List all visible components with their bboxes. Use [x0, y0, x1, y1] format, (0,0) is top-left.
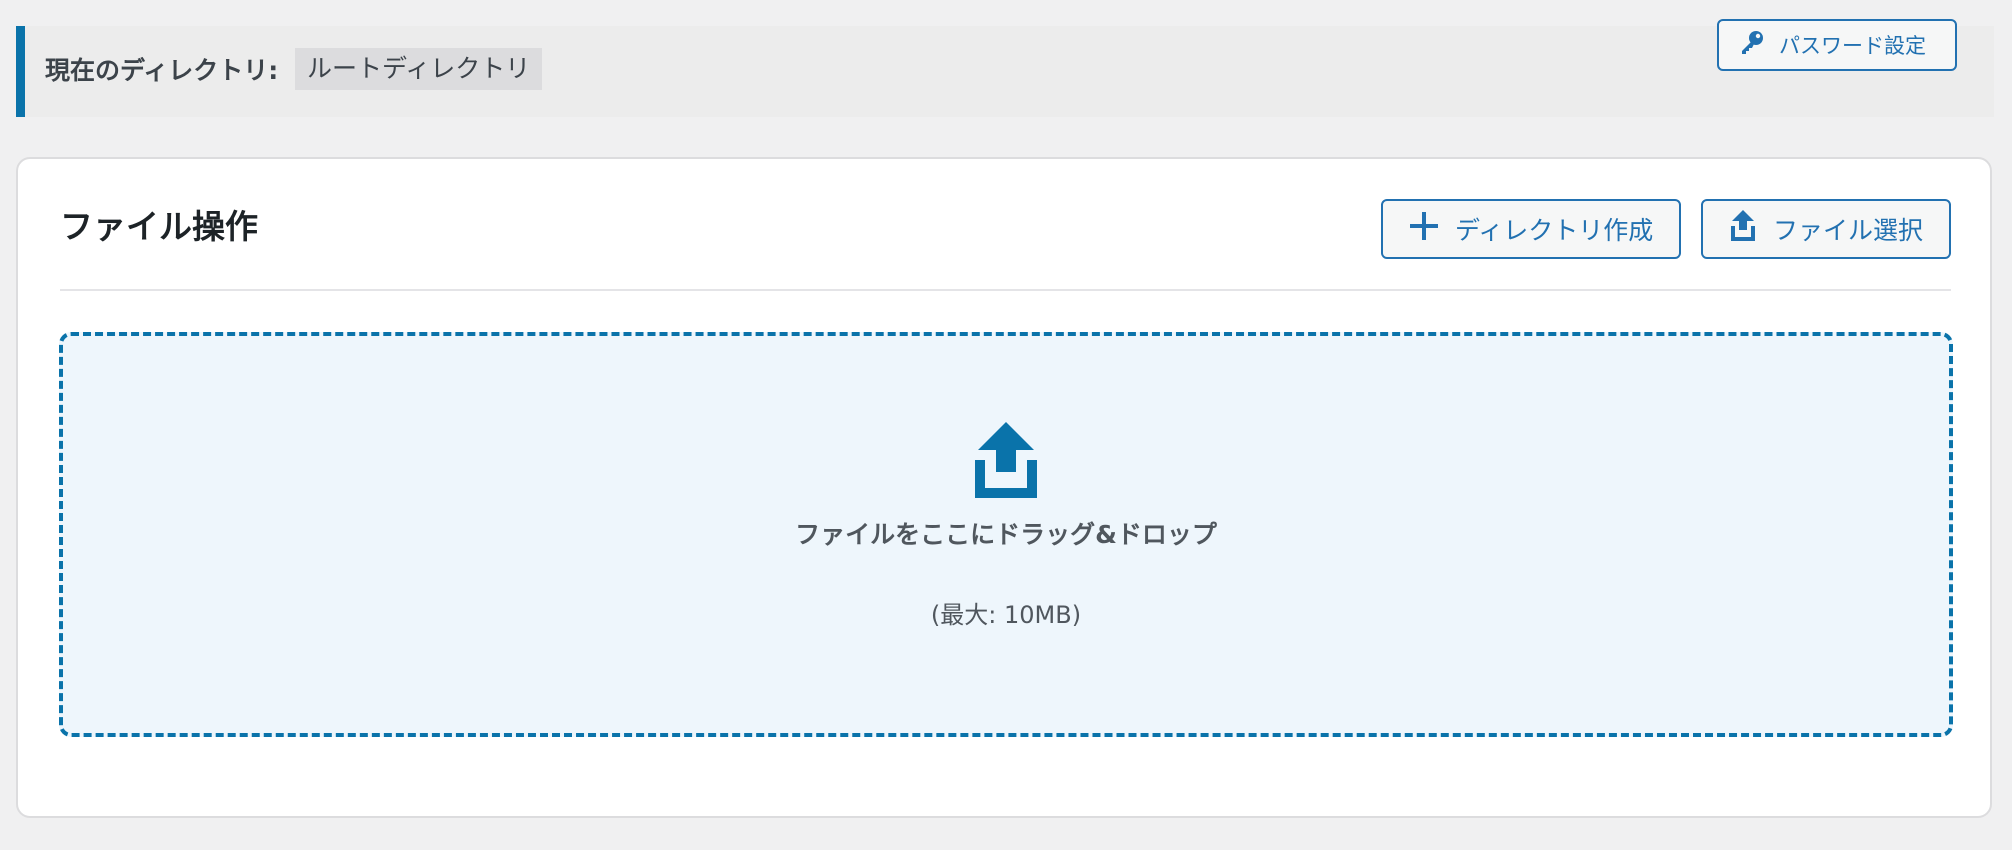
upload-icon: [1729, 210, 1773, 248]
password-settings-button[interactable]: パスワード設定: [1717, 19, 1957, 71]
dropzone-size-limit: (最大: 10MB): [930, 601, 1082, 629]
password-settings-label: パスワード設定: [1779, 34, 1926, 58]
file-operations-title: ファイル操作: [60, 207, 258, 246]
file-dropzone[interactable]: ファイルをここにドラッグ&ドロップ (最大: 10MB): [59, 332, 1953, 737]
key-icon: [1739, 30, 1779, 61]
dropzone-instruction: ファイルをここにドラッグ&ドロップ: [795, 520, 1217, 549]
current-directory-value: ルートディレクトリ: [295, 48, 543, 90]
card-divider: [60, 289, 1951, 291]
create-directory-label: ディレクトリ作成: [1455, 216, 1654, 245]
select-file-label: ファイル選択: [1773, 216, 1924, 245]
upload-icon: [975, 422, 1037, 504]
create-directory-button[interactable]: ディレクトリ作成: [1381, 199, 1681, 259]
file-operations-card: ファイル操作 ディレクトリ作成 ファイル選択 ファイルをここにドラッグ&ドロップ: [16, 157, 1992, 818]
select-file-button[interactable]: ファイル選択: [1701, 199, 1951, 259]
current-directory-bar: 現在のディレクトリ: ルートディレクトリ: [16, 26, 1994, 117]
current-directory-label: 現在のディレクトリ:: [45, 56, 279, 85]
plus-icon: [1409, 211, 1455, 247]
